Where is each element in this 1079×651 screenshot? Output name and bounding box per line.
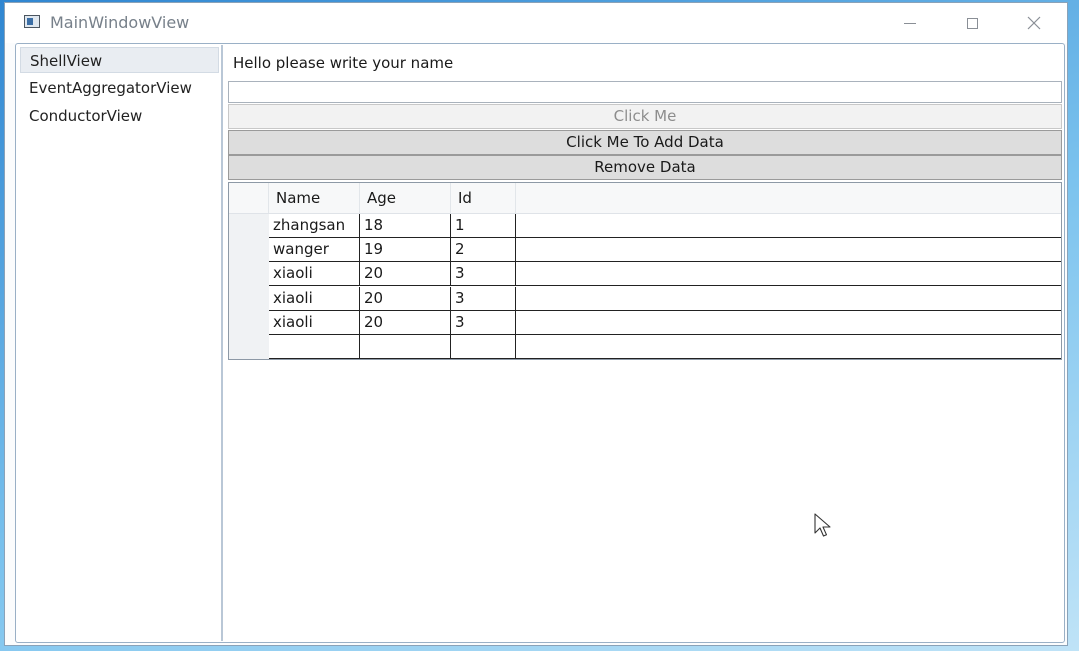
cell-id[interactable]: 2 [451, 238, 516, 261]
cell-age[interactable]: 18 [360, 214, 451, 237]
cell-age[interactable]: 19 [360, 238, 451, 261]
grid-corner[interactable] [229, 183, 269, 213]
cell-filler [516, 262, 1061, 285]
table-row[interactable]: zhangsan 18 1 [269, 214, 1061, 238]
title-bar[interactable]: MainWindowView [5, 3, 1067, 43]
client-area: ShellView EventAggregatorView ConductorV… [15, 43, 1065, 643]
mouse-cursor-icon [814, 513, 831, 537]
maximize-icon [966, 17, 978, 29]
table-row[interactable]: xiaoli 20 3 [269, 287, 1061, 311]
sidebar-item-conductorview[interactable]: ConductorView [20, 103, 219, 129]
row-header-column [229, 214, 269, 359]
cell-id[interactable]: 3 [451, 262, 516, 285]
sidebar-item-eventaggregatorview[interactable]: EventAggregatorView [20, 75, 219, 101]
close-button[interactable] [1011, 3, 1057, 43]
add-data-button[interactable]: Click Me To Add Data [228, 130, 1062, 155]
name-input[interactable] [228, 81, 1062, 103]
cell-id[interactable]: 3 [451, 311, 516, 334]
table-row[interactable]: xiaoli 20 3 [269, 262, 1061, 286]
cell-age[interactable] [360, 335, 451, 358]
sidebar-item-shellview[interactable]: ShellView [20, 47, 219, 73]
column-header-age[interactable]: Age [360, 183, 451, 213]
cell-name[interactable]: xiaoli [269, 287, 360, 310]
main-window: MainWindowView ShellView EventAggregator… [4, 2, 1068, 646]
table-row[interactable]: xiaoli 20 3 [269, 311, 1061, 335]
shell-view-panel: Hello please write your name Click Me Cl… [226, 44, 1066, 642]
cell-filler [516, 238, 1061, 261]
cell-name[interactable]: xiaoli [269, 311, 360, 334]
cell-age[interactable]: 20 [360, 287, 451, 310]
cell-id[interactable]: 3 [451, 287, 516, 310]
column-header-id[interactable]: Id [451, 183, 516, 213]
app-window-icon [24, 15, 40, 28]
cell-age[interactable]: 20 [360, 262, 451, 285]
cell-id[interactable] [451, 335, 516, 358]
table-row[interactable]: wanger 19 2 [269, 238, 1061, 262]
cell-filler [516, 311, 1061, 334]
cell-id[interactable]: 1 [451, 214, 516, 237]
cell-filler [516, 214, 1061, 237]
data-grid[interactable]: Name Age Id zhangsan 18 1 wanger 19 2 xi… [228, 182, 1062, 360]
window-title: MainWindowView [50, 13, 190, 32]
click-me-button[interactable]: Click Me [228, 104, 1062, 129]
new-item-row[interactable] [269, 335, 1061, 359]
maximize-button[interactable] [949, 3, 995, 43]
cell-name[interactable]: wanger [269, 238, 360, 261]
grid-header-row: Name Age Id [229, 183, 1061, 214]
cell-name[interactable] [269, 335, 360, 358]
minimize-button[interactable] [887, 3, 933, 43]
remove-data-button[interactable]: Remove Data [228, 155, 1062, 180]
minimize-icon [904, 22, 916, 24]
sidebar: ShellView EventAggregatorView ConductorV… [17, 45, 223, 641]
cell-name[interactable]: xiaoli [269, 262, 360, 285]
name-prompt-label: Hello please write your name [233, 54, 454, 72]
column-header-name[interactable]: Name [269, 183, 360, 213]
cell-filler [516, 287, 1061, 310]
cell-name[interactable]: zhangsan [269, 214, 360, 237]
cell-age[interactable]: 20 [360, 311, 451, 334]
cell-filler [516, 335, 1061, 358]
close-icon [1027, 16, 1041, 30]
